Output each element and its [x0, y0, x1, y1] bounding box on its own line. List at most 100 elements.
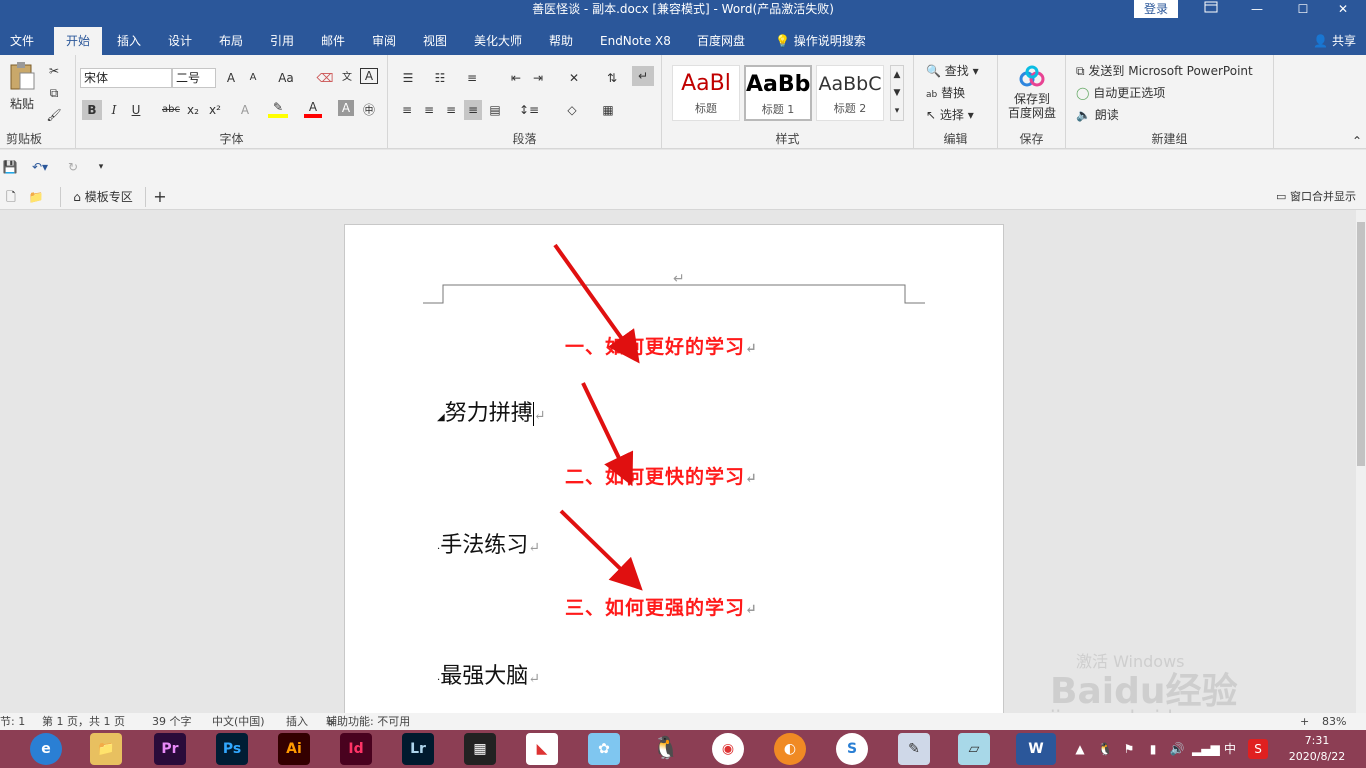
replace-button[interactable]: ab 替换: [926, 83, 996, 103]
tab-review[interactable]: 审阅: [372, 27, 396, 55]
style-heading-2[interactable]: AaBbC 标题 2: [816, 65, 884, 121]
show-marks-icon[interactable]: ↵: [632, 66, 654, 86]
illustrator-icon[interactable]: Ai: [278, 733, 310, 765]
increase-indent-icon[interactable]: ⇥: [528, 68, 548, 88]
section-status[interactable]: 节: 1: [0, 713, 25, 730]
network-icon[interactable]: ⚑: [1120, 739, 1138, 759]
browser-icon[interactable]: e: [30, 733, 62, 765]
find-button[interactable]: 🔍 查找 ▾: [926, 61, 996, 81]
paste-button[interactable]: 粘贴: [6, 61, 38, 121]
enclose-char-icon[interactable]: ㊥: [360, 100, 378, 120]
style-title[interactable]: AaBl 标题: [672, 65, 740, 121]
minimize-button[interactable]: —: [1234, 0, 1280, 18]
vertical-scrollbar[interactable]: [1356, 210, 1366, 713]
video-icon[interactable]: ▦: [464, 733, 496, 765]
bullets-icon[interactable]: ☰: [398, 68, 418, 88]
tab-beautify[interactable]: 美化大师: [474, 27, 522, 55]
tab-endnote[interactable]: EndNote X8: [600, 27, 671, 55]
styles-scroll[interactable]: ▲ ▼ ▾: [890, 65, 904, 121]
tab-insert[interactable]: 插入: [117, 27, 141, 55]
decrease-indent-icon[interactable]: ⇤: [506, 68, 526, 88]
align-center-icon[interactable]: ≡: [420, 100, 438, 120]
notes-icon[interactable]: ▱: [958, 733, 990, 765]
distributed-icon[interactable]: ▤: [486, 100, 504, 120]
app-icon[interactable]: ◣: [526, 733, 558, 765]
close-button[interactable]: ✕: [1320, 0, 1366, 18]
language-status[interactable]: 中文(中国): [212, 713, 265, 730]
template-tab[interactable]: ⌂ 模板专区: [60, 187, 146, 207]
tab-home[interactable]: 开始: [54, 27, 103, 55]
save-to-baidu-button[interactable]: 保存到 百度网盘: [1002, 65, 1062, 125]
align-left-icon[interactable]: ≡: [398, 100, 416, 120]
login-button[interactable]: 登录: [1134, 0, 1178, 18]
style-heading-1[interactable]: AaBb 标题 1: [744, 65, 812, 121]
page-status[interactable]: 第 1 页，共 1 页: [42, 713, 125, 730]
highlight-icon[interactable]: ✎: [268, 100, 288, 118]
phonetic-icon[interactable]: 文: [338, 68, 356, 88]
line-spacing-icon[interactable]: ↕≡: [514, 100, 544, 120]
tab-help[interactable]: 帮助: [549, 27, 573, 55]
wifi-icon[interactable]: ▂▄▆: [1192, 739, 1220, 759]
chat-app-icon[interactable]: ✿: [588, 733, 620, 765]
sogou-icon[interactable]: S: [1248, 739, 1268, 759]
tab-view[interactable]: 视图: [423, 27, 447, 55]
share-button[interactable]: 👤 共享: [1313, 27, 1356, 55]
firefox-icon[interactable]: ◐: [774, 733, 806, 765]
ribbon-display-icon[interactable]: [1188, 0, 1234, 18]
premiere-icon[interactable]: Pr: [154, 733, 186, 765]
tab-references[interactable]: 引用: [270, 27, 294, 55]
send-to-ppt-button[interactable]: ⧉ 发送到 Microsoft PowerPoint: [1076, 61, 1272, 81]
sort-icon[interactable]: ⇅: [602, 68, 622, 88]
chinese-layout-icon[interactable]: ✕: [562, 68, 586, 88]
change-case-button[interactable]: Aa: [272, 68, 300, 88]
zoom-level[interactable]: 83%: [1322, 713, 1346, 730]
battery-icon[interactable]: ▮: [1144, 739, 1162, 759]
tab-design[interactable]: 设计: [168, 27, 192, 55]
font-name-select[interactable]: 宋体: [80, 68, 172, 88]
indesign-icon[interactable]: Id: [340, 733, 372, 765]
qq-tray-icon[interactable]: 🐧: [1096, 739, 1114, 759]
ime-indicator[interactable]: 中: [1220, 739, 1240, 759]
subscript-button[interactable]: x₂: [184, 100, 202, 120]
save-icon[interactable]: 💾: [2, 157, 18, 177]
scrollbar-thumb[interactable]: [1357, 222, 1365, 466]
merge-window-button[interactable]: ▭ 窗口合并显示: [1268, 187, 1364, 207]
lightroom-icon[interactable]: Lr: [402, 733, 434, 765]
select-button[interactable]: ↖ 选择 ▾: [926, 105, 996, 125]
volume-icon[interactable]: 🔊: [1168, 739, 1186, 759]
copy-icon[interactable]: ⧉: [46, 83, 62, 103]
justify-icon[interactable]: ≡: [464, 100, 482, 120]
insert-mode[interactable]: 插入: [286, 713, 308, 730]
borders-icon[interactable]: ▦: [594, 100, 622, 120]
bold-button[interactable]: B: [82, 100, 102, 120]
dictionary-icon[interactable]: ✎: [898, 733, 930, 765]
customize-qat-icon[interactable]: ▾: [94, 157, 108, 177]
redo-icon[interactable]: ↻: [64, 157, 82, 177]
superscript-button[interactable]: x²: [206, 100, 224, 120]
char-shading-icon[interactable]: A: [338, 100, 354, 116]
collapse-ribbon-icon[interactable]: ⌃: [1350, 131, 1364, 151]
clear-format-icon[interactable]: ⌫: [316, 68, 334, 88]
italic-button[interactable]: I: [106, 100, 122, 120]
add-tab-button[interactable]: +: [150, 187, 170, 207]
text-effects-icon[interactable]: A: [236, 100, 254, 120]
align-right-icon[interactable]: ≡: [442, 100, 460, 120]
shading-icon[interactable]: ◇: [558, 100, 586, 120]
font-size-select[interactable]: 二号: [172, 68, 216, 88]
tell-me-search[interactable]: 💡 操作说明搜索: [775, 27, 866, 55]
format-painter-icon[interactable]: 🖌: [46, 105, 62, 125]
zoom-in-button[interactable]: +: [1300, 713, 1309, 730]
system-clock[interactable]: 7:31 2020/8/22: [1282, 733, 1352, 765]
tray-expand-icon[interactable]: ▲: [1074, 739, 1086, 759]
photoshop-icon[interactable]: Ps: [216, 733, 248, 765]
folder-icon[interactable]: 📁: [26, 187, 46, 207]
underline-button[interactable]: U: [128, 100, 144, 120]
undo-icon[interactable]: ↶▾: [28, 157, 52, 177]
qq-icon[interactable]: 🐧: [650, 733, 682, 765]
numbering-icon[interactable]: ☷: [430, 68, 450, 88]
tab-baidu-pan[interactable]: 百度网盘: [697, 27, 745, 55]
document-page[interactable]: ↵ 一、如何更好的学习↵ ◢努力拼搏↵ 二、如何更快的学习↵ ·手法练习↵ 三、…: [344, 224, 1004, 713]
read-aloud-button[interactable]: 🔈 朗读: [1076, 105, 1272, 125]
tab-layout[interactable]: 布局: [219, 27, 243, 55]
tab-mailings[interactable]: 邮件: [321, 27, 345, 55]
